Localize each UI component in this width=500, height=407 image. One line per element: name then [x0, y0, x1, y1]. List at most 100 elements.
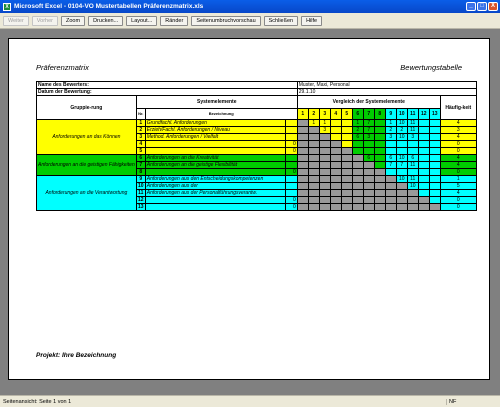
row-name — [144, 140, 286, 148]
matrix-row: Anforderungen an die Verantwortung 9 Anfor… — [36, 175, 477, 211]
column-number-11: 11 — [406, 107, 419, 121]
row-zero — [284, 126, 298, 134]
matrix-cell — [384, 175, 397, 183]
matrix-cell — [373, 196, 386, 204]
group-label: Anforderungen an das Können — [36, 119, 137, 155]
matrix-cell — [329, 126, 342, 134]
preview-page: Präferenzmatrix Bewertungstabelle Name d… — [8, 38, 490, 380]
matrix-cell — [406, 140, 419, 148]
matrix-cell — [395, 189, 408, 197]
matrix-cell: 10 — [395, 133, 408, 141]
matrix-cell — [417, 175, 430, 183]
matrix-cell: 3 — [362, 133, 375, 141]
matrix-cell — [340, 175, 353, 183]
header-haeufigkeit: Häufig-keit — [439, 95, 477, 120]
matrix-cell — [307, 140, 320, 148]
matrix-cell — [340, 189, 353, 197]
matrix-cell — [384, 140, 397, 148]
matrix-cell — [329, 182, 342, 190]
matrix-cell — [384, 182, 397, 190]
row-number: 1 — [135, 119, 146, 127]
row-name: Method. Anforderungen / Vielfalt — [144, 133, 286, 141]
close-window-button[interactable]: X — [488, 2, 498, 11]
matrix-cell: 7 — [395, 161, 408, 169]
matrix-cell — [428, 168, 441, 176]
toolbar-button-seitenumbruchvorschau[interactable]: Seitenumbruchvorschau — [191, 15, 261, 26]
toolbar-button-schließen[interactable]: Schließen — [263, 15, 299, 26]
matrix-cell — [428, 189, 441, 197]
column-number-1: 1 — [296, 107, 309, 121]
matrix-cell — [417, 119, 430, 127]
print-preview-toolbar: Weiter Vorher Zoom Drucken... Layout... Rände… — [0, 13, 500, 29]
matrix-cell — [340, 119, 353, 127]
toolbar-button-zoom[interactable]: Zoom — [61, 15, 86, 26]
matrix-cell — [417, 147, 430, 155]
matrix-cell — [307, 133, 320, 141]
datum-label: Datum der Bewertung: — [36, 88, 298, 96]
matrix-cell — [340, 147, 353, 155]
column-number-10: 10 — [395, 107, 408, 121]
matrix-cell — [417, 196, 430, 204]
matrix-cell — [351, 154, 364, 162]
matrix-cell — [351, 147, 364, 155]
matrix-cell — [428, 175, 441, 183]
matrix-cell — [307, 126, 320, 134]
toolbar-button-vorher[interactable]: Vorher — [31, 15, 59, 26]
matrix-cell — [318, 133, 331, 141]
matrix-cell — [395, 147, 408, 155]
matrix-cell — [296, 203, 309, 211]
matrix-cell — [296, 140, 309, 148]
toolbar-button-hilfe[interactable]: Hilfe — [301, 15, 323, 26]
header-systemelemente: Systemelemente — [135, 95, 298, 109]
toolbar-button-layout[interactable]: Layout... — [126, 15, 158, 26]
matrix-cell — [318, 182, 331, 190]
row-frequency: 4 — [439, 154, 477, 162]
toolbar-button-ränder[interactable]: Ränder — [160, 15, 189, 26]
matrix-cell: 6 — [351, 133, 364, 141]
matrix-cell — [373, 161, 386, 169]
matrix-cell: 10 — [406, 182, 419, 190]
row-number: 12 — [135, 196, 146, 204]
toolbar-button-drucken[interactable]: Drucken... — [88, 15, 124, 26]
matrix-cell — [417, 189, 430, 197]
matrix-cell — [340, 133, 353, 141]
matrix-cell — [296, 154, 309, 162]
matrix-cell — [340, 154, 353, 162]
maximize-button[interactable]: □ — [477, 2, 487, 11]
row-number: 13 — [135, 203, 146, 211]
matrix-cell — [395, 182, 408, 190]
matrix-cell: 11 — [406, 119, 419, 127]
row-zero — [284, 189, 298, 197]
matrix-cell — [296, 126, 309, 134]
row-zero — [284, 182, 298, 190]
matrix-cell — [296, 189, 309, 197]
minimize-button[interactable]: _ — [466, 2, 476, 11]
matrix-cell — [329, 196, 342, 204]
matrix-cell: 3 — [384, 133, 397, 141]
matrix-cell — [395, 203, 408, 211]
matrix-cell — [428, 133, 441, 141]
matrix-cell — [373, 203, 386, 211]
toolbar-button-weiter[interactable]: Weiter — [3, 15, 29, 26]
row-name: Anforderungen aus der Personalführungsve… — [144, 189, 286, 197]
matrix-cell — [373, 126, 386, 134]
matrix-cell — [406, 196, 419, 204]
matrix-cell — [373, 175, 386, 183]
matrix-cell — [406, 189, 419, 197]
matrix-cell: 2 — [384, 126, 397, 134]
page-footer: Projekt: Ihre Bezeichnung — [36, 352, 117, 359]
matrix-cell — [351, 140, 364, 148]
matrix-cell — [340, 140, 353, 148]
page-header-right: Bewertungstabelle — [400, 63, 462, 72]
matrix-cell — [406, 168, 419, 176]
matrix-cell: 6 — [406, 154, 419, 162]
matrix-cell — [395, 196, 408, 204]
matrix-cell: 1 — [384, 119, 397, 127]
row-frequency: 4 — [439, 189, 477, 197]
matrix-cell — [373, 189, 386, 197]
matrix-cell: 10 — [395, 175, 408, 183]
row-number: 4 — [135, 140, 146, 148]
row-zero: 0 — [284, 140, 298, 148]
row-zero: 0 — [284, 168, 298, 176]
row-zero: 0 — [284, 203, 298, 211]
